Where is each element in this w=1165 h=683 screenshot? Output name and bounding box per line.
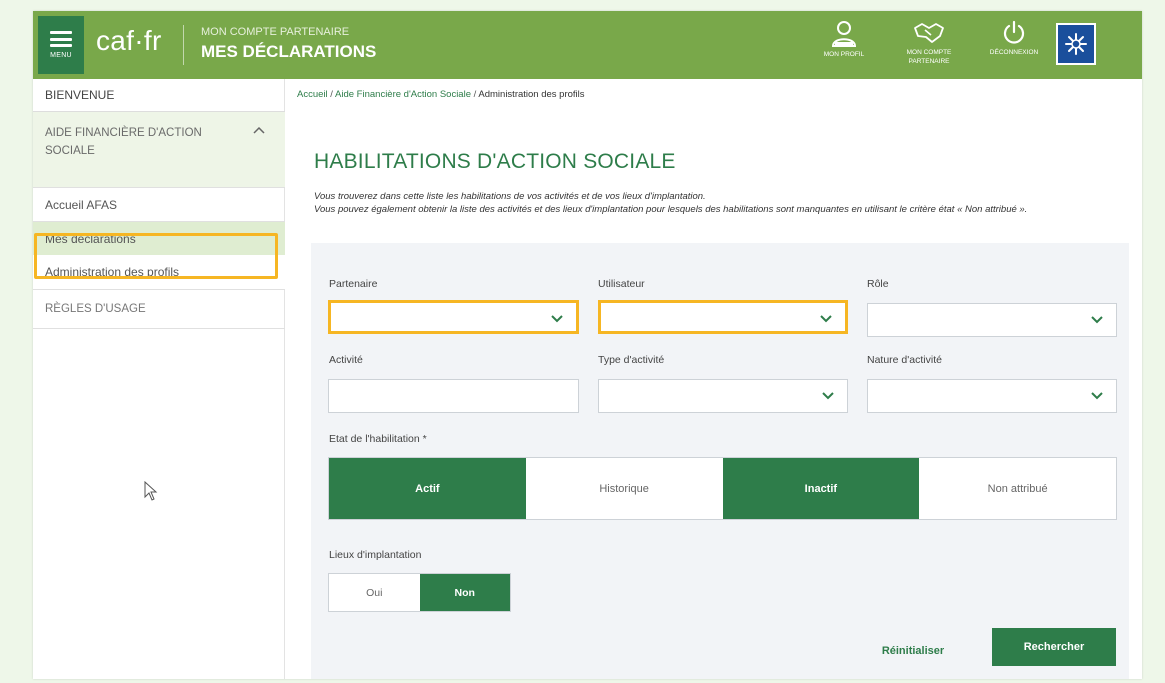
power-icon — [1003, 20, 1025, 44]
sidebar-item-administration-profils[interactable]: Administration des profils — [33, 255, 285, 289]
role-label: Rôle — [867, 278, 889, 290]
user-icon — [831, 21, 857, 47]
caf-logo[interactable]: caf·fr — [96, 25, 162, 57]
chevron-down-icon — [822, 392, 834, 400]
sidebar-item-mes-declarations[interactable]: Mes déclarations — [33, 221, 285, 255]
chevron-up-icon — [253, 126, 265, 134]
lieux-option-non[interactable]: Non — [419, 574, 510, 611]
etat-option-actif[interactable]: Actif — [329, 458, 526, 519]
sidebar: BIENVENUE AIDE FINANCIÈRE D'ACTION SOCIA… — [33, 79, 285, 679]
type-activite-select[interactable] — [598, 379, 848, 413]
chevron-down-icon — [551, 315, 563, 323]
filter-panel: Partenaire Utilisateur Rôle Activité Typ… — [311, 243, 1129, 679]
partner-account-label: MON COMPTE PARTENAIRE — [906, 49, 952, 65]
hamburger-icon — [50, 31, 72, 47]
my-profile-button[interactable]: MON PROFIL — [804, 17, 884, 73]
lieux-implantation-label: Lieux d'implantation — [329, 549, 422, 561]
lieux-option-oui[interactable]: Oui — [329, 574, 420, 611]
type-activite-label: Type d'activité — [598, 354, 665, 366]
app-title: MES DÉCLARATIONS — [201, 42, 377, 61]
page-title: HABILITATIONS D'ACTION SOCIALE — [314, 150, 676, 173]
breadcrumb-link-afas[interactable]: Aide Financière d'Action Sociale — [335, 89, 471, 100]
nature-activite-label: Nature d'activité — [867, 354, 942, 366]
sidebar-item-label: Administration des profils — [45, 265, 180, 279]
activite-label: Activité — [329, 354, 363, 366]
sidebar-item-label: Accueil AFAS — [45, 197, 118, 212]
header-divider — [183, 25, 184, 65]
handshake-icon — [914, 23, 944, 43]
sidebar-item-label: BIENVENUE — [45, 88, 115, 102]
etat-option-inactif[interactable]: Inactif — [722, 458, 920, 519]
chevron-down-icon — [1091, 316, 1103, 324]
app-window: MENU caf·fr MON COMPTE PARTENAIRE MES DÉ… — [33, 11, 1142, 679]
utilisateur-select[interactable] — [598, 300, 848, 334]
lieux-toggle-group: Oui Non — [328, 573, 511, 612]
partenaire-select[interactable] — [328, 300, 579, 334]
logout-button[interactable]: DÉCONNEXION — [974, 17, 1054, 73]
mouse-cursor-icon — [144, 481, 158, 501]
intro-line-1: Vous trouverez dans cette liste les habi… — [314, 191, 706, 202]
etat-toggle-group: Actif Historique Inactif Non attribué — [328, 457, 1117, 520]
etat-option-historique[interactable]: Historique — [525, 458, 723, 519]
logout-label: DÉCONNEXION — [989, 49, 1039, 56]
nature-activite-select[interactable] — [867, 379, 1117, 413]
partner-account-button[interactable]: MON COMPTE PARTENAIRE — [889, 17, 969, 73]
etat-habilitation-label: Etat de l'habilitation * — [329, 433, 427, 445]
top-header: MENU caf·fr MON COMPTE PARTENAIRE MES DÉ… — [33, 11, 1142, 79]
intro-text: Vous trouverez dans cette liste les habi… — [314, 190, 1124, 216]
sidebar-item-label: RÈGLES D'USAGE — [45, 303, 146, 315]
role-select[interactable] — [867, 303, 1117, 337]
intro-line-2: Vous pouvez également obtenir la liste d… — [314, 204, 1028, 215]
sidebar-item-afas-section[interactable]: AIDE FINANCIÈRE D'ACTION SOCIALE — [33, 112, 285, 187]
etat-option-non-attribue[interactable]: Non attribué — [919, 458, 1116, 519]
main-card: HABILITATIONS D'ACTION SOCIALE Vous trou… — [297, 119, 1137, 679]
breadcrumb: Accueil / Aide Financière d'Action Socia… — [297, 89, 585, 100]
reset-button[interactable]: Réinitialiser — [858, 633, 968, 669]
utilisateur-label: Utilisateur — [598, 278, 645, 290]
sidebar-item-label: AIDE FINANCIÈRE D'ACTION SOCIALE — [45, 127, 202, 157]
chevron-down-icon — [820, 315, 832, 323]
sidebar-item-bienvenue[interactable]: BIENVENUE — [33, 79, 285, 112]
cnaf-logo-icon — [1056, 23, 1096, 65]
sidebar-item-accueil-afas[interactable]: Accueil AFAS — [33, 187, 285, 221]
breadcrumb-link-accueil[interactable]: Accueil — [297, 89, 328, 100]
my-profile-label: MON PROFIL — [823, 51, 865, 58]
sidebar-item-regles-usage[interactable]: RÈGLES D'USAGE — [33, 289, 285, 329]
menu-label: MENU — [50, 52, 72, 59]
breadcrumb-current: Administration des profils — [478, 89, 585, 100]
partenaire-label: Partenaire — [329, 278, 378, 290]
activite-input[interactable] — [328, 379, 579, 413]
app-subtitle: MON COMPTE PARTENAIRE — [201, 26, 350, 38]
menu-button[interactable]: MENU — [38, 16, 84, 74]
search-button[interactable]: Rechercher — [992, 628, 1116, 666]
chevron-down-icon — [1091, 392, 1103, 400]
sidebar-item-label: Mes déclarations — [45, 231, 136, 246]
